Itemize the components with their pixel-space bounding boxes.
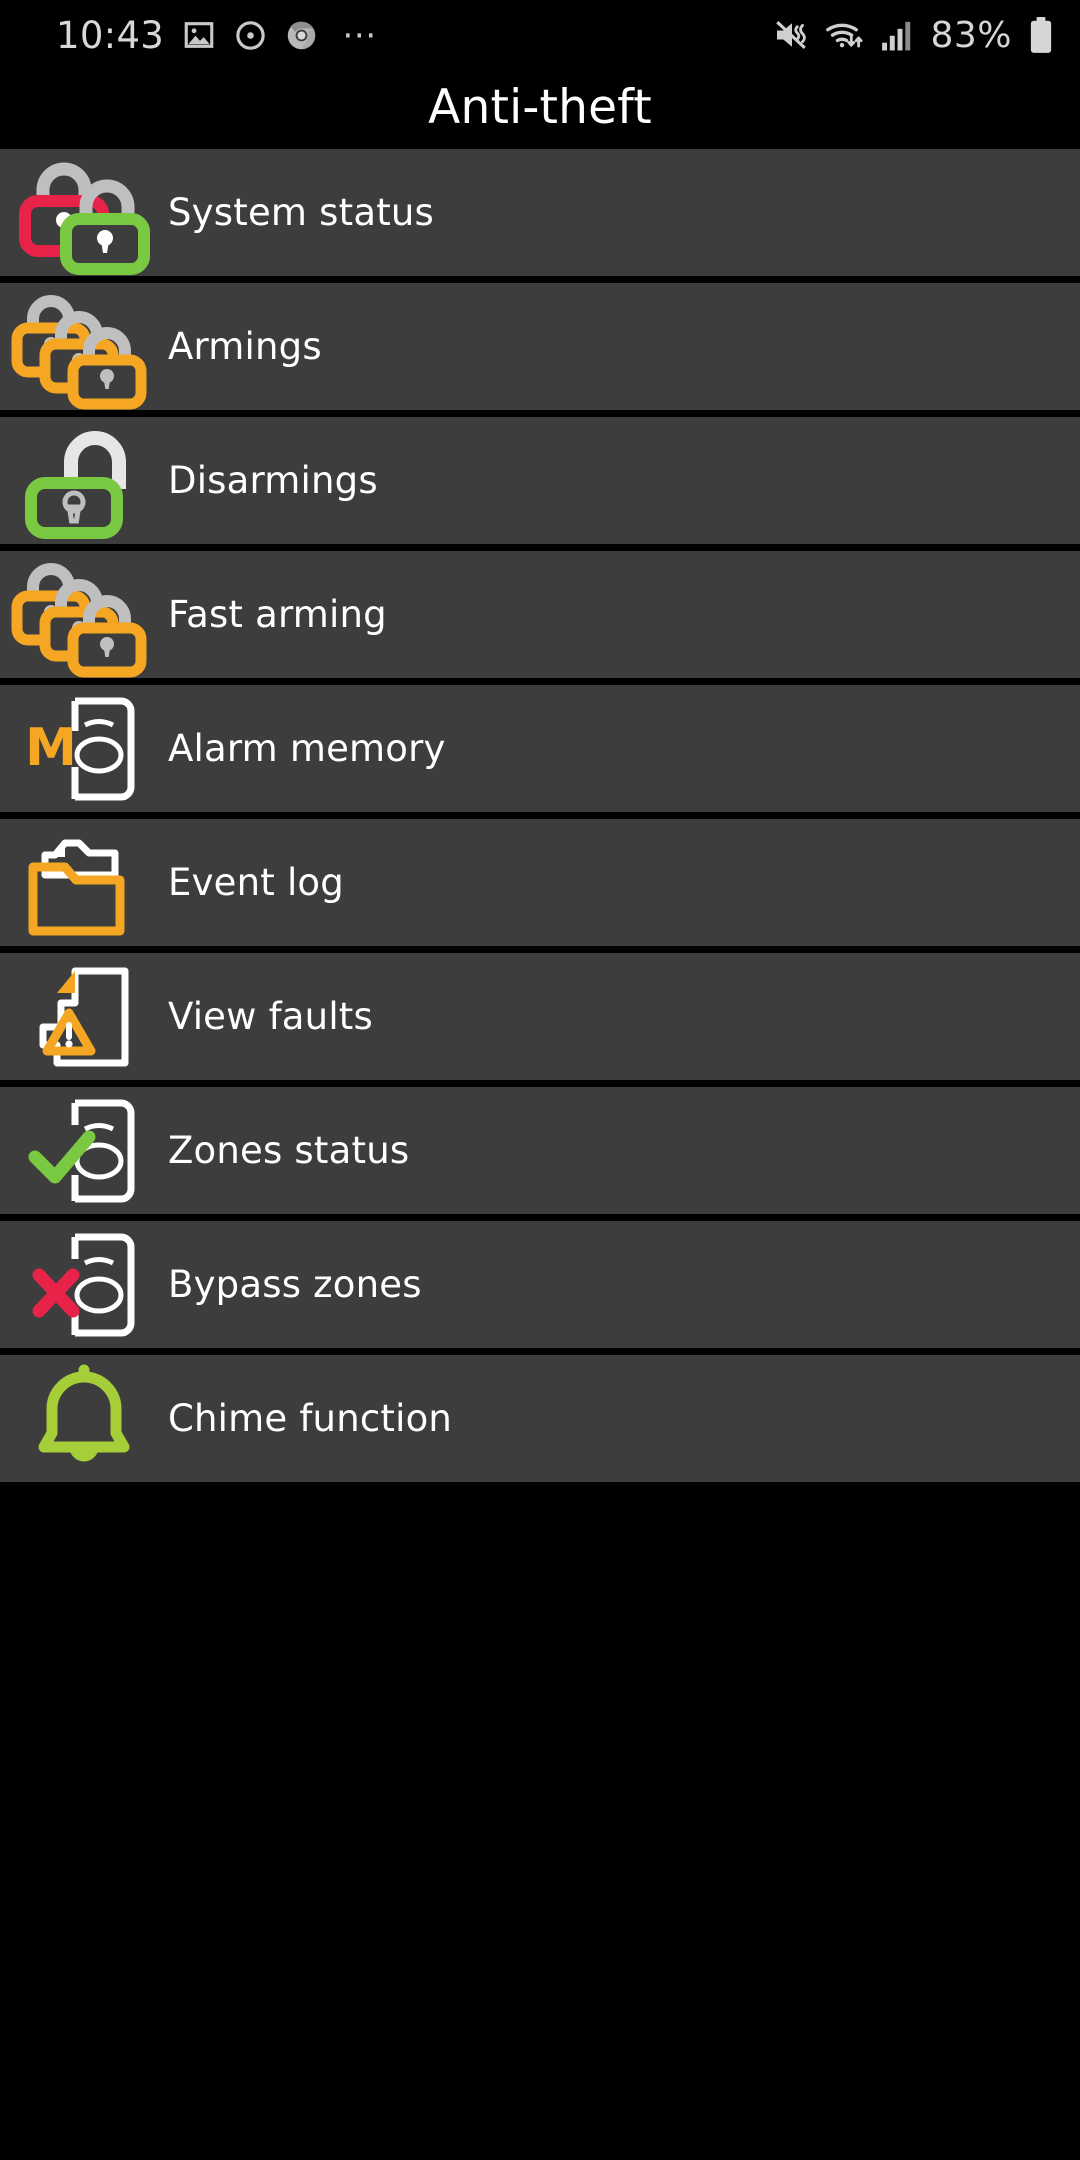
status-bar-clock: 10:43: [56, 13, 165, 57]
menu-item-label: View faults: [168, 995, 373, 1038]
menu-item-label: Zones status: [168, 1129, 410, 1172]
battery-percent-label: 83%: [930, 14, 1012, 56]
padlock-pair-red-green-icon: [0, 149, 168, 276]
menu-item-armings[interactable]: Armings: [0, 283, 1080, 410]
door-check-icon: [0, 1087, 168, 1214]
menu-item-label: Alarm memory: [168, 727, 446, 770]
more-dots-icon: ⋯: [342, 15, 380, 55]
triple-padlock-closed-orange-icon: [0, 551, 168, 678]
padlock-open-green-icon: [0, 417, 168, 544]
status-bar: 10:43 ⋯ 83%: [0, 0, 1080, 70]
menu-item-system-status[interactable]: System status: [0, 149, 1080, 276]
app-root: 10:43 ⋯ 83% Anti-theft System status Arm…: [0, 0, 1080, 2160]
app-title-bar: Anti-theft: [0, 70, 1080, 145]
menu-item-disarmings[interactable]: Disarmings: [0, 417, 1080, 544]
door-cross-icon: [0, 1221, 168, 1348]
menu-item-label: Chime function: [168, 1397, 453, 1440]
page-title: Anti-theft: [428, 80, 652, 135]
menu-item-fast-arming[interactable]: Fast arming: [0, 551, 1080, 678]
menu-item-label: Event log: [168, 861, 344, 904]
svg-text:M: M: [25, 718, 77, 778]
menu-item-zones-status[interactable]: Zones status: [0, 1087, 1080, 1214]
menu-item-alarm-memory[interactable]: M Alarm memory: [0, 685, 1080, 812]
triple-padlock-closed-orange-icon: [0, 283, 168, 410]
menu-item-label: Fast arming: [168, 593, 387, 636]
gallery-icon: [182, 18, 216, 52]
cellular-signal-icon: [880, 18, 912, 52]
menu-item-label: Armings: [168, 325, 322, 368]
menu-item-bypass-zones[interactable]: Bypass zones: [0, 1221, 1080, 1348]
menu-item-view-faults[interactable]: View faults: [0, 953, 1080, 1080]
menu-item-chime-function[interactable]: Chime function: [0, 1355, 1080, 1482]
menu-item-event-log[interactable]: Event log: [0, 819, 1080, 946]
menu-item-label: Disarmings: [168, 459, 378, 502]
screen-record-icon: [234, 19, 267, 52]
menu-list: System status Armings Disarmings Fast ar…: [0, 145, 1080, 1489]
status-bar-left: 10:43 ⋯: [56, 14, 379, 57]
menu-item-label: System status: [168, 191, 435, 234]
status-bar-right: 83%: [772, 15, 1054, 56]
folder-documents-icon: [0, 819, 168, 946]
bell-icon: [0, 1355, 168, 1482]
menu-item-label: Bypass zones: [168, 1263, 422, 1306]
wifi-icon: [824, 17, 868, 53]
chrome-icon: [285, 19, 318, 52]
door-memory-m-icon: M: [0, 685, 168, 812]
bottom-empty-area: [0, 1489, 1080, 2160]
mute-vibrate-icon: [772, 17, 812, 53]
document-warning-icon: [0, 953, 168, 1080]
battery-icon: [1028, 16, 1054, 54]
